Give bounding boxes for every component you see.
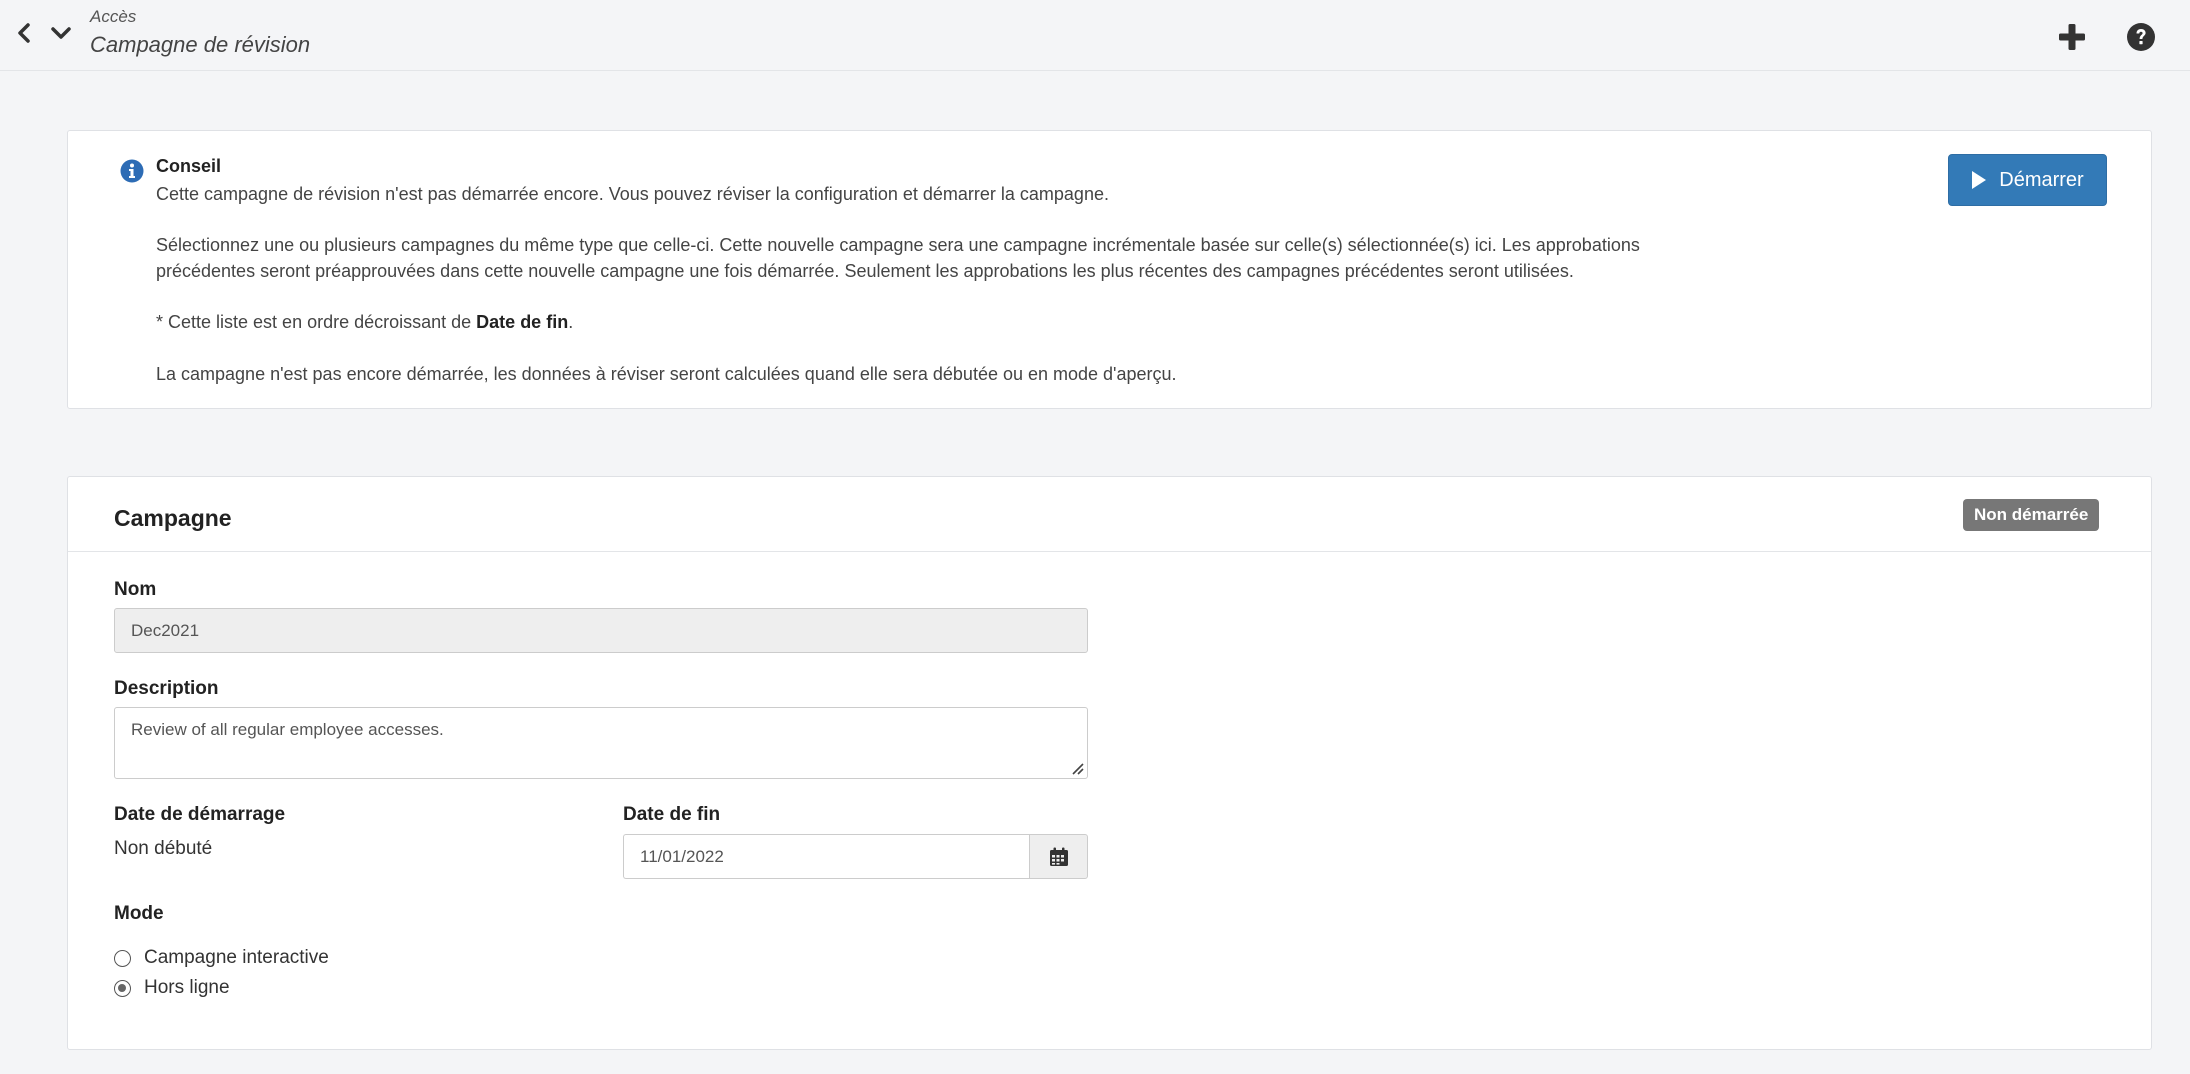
tip-text-incremental: Sélectionnez une ou plusieurs campagnes … [156, 235, 1640, 281]
name-label: Nom [114, 579, 157, 600]
tip-title: Conseil [156, 156, 222, 176]
tip-text-data: La campagne n'est pas encore démarrée, l… [156, 364, 1177, 384]
play-icon [1972, 171, 1987, 189]
breadcrumb[interactable]: Accès [90, 7, 136, 27]
start-date-label: Date de démarrage [114, 804, 286, 825]
mode-option-interactive[interactable]: Campagne interactive [114, 947, 329, 969]
tip-order-field: Date de fin [476, 312, 569, 332]
tip-text-order: * Cette liste est en ordre décroissant d… [156, 309, 1756, 335]
radio-offline[interactable] [114, 979, 131, 997]
start-date-value: Non débuté [114, 838, 213, 859]
description-value: Review of all regular employee accesses. [131, 720, 444, 739]
description-label: Description [114, 678, 219, 699]
calendar-button[interactable] [1029, 834, 1088, 879]
campaign-title: Campagne [114, 505, 232, 531]
tip-text-status: Cette campagne de révision n'est pas dém… [156, 184, 1109, 204]
tip-panel: Conseil Cette campagne de révision n'est… [67, 130, 2152, 409]
back-button[interactable] [9, 18, 39, 48]
top-bar: Accès Campagne de révision [0, 0, 2190, 71]
plus-icon [2059, 24, 2085, 50]
description-field[interactable]: Review of all regular employee accesses. [114, 707, 1088, 779]
name-field: Dec2021 [114, 608, 1088, 653]
page-title: Campagne de révision [90, 32, 311, 57]
mode-label: Mode [114, 903, 164, 924]
help-button[interactable] [2124, 20, 2158, 54]
start-button-label: Démarrer [1999, 168, 2084, 191]
question-circle-icon [2127, 23, 2155, 51]
start-button[interactable]: Démarrer [1948, 154, 2107, 206]
mode-option-offline[interactable]: Hors ligne [114, 977, 230, 999]
info-icon [120, 159, 144, 183]
campaign-panel: Campagne Non démarrée Nom Dec2021 Descri… [67, 476, 2152, 1050]
radio-interactive[interactable] [114, 949, 131, 967]
chevron-down-icon [51, 27, 71, 39]
chevron-left-icon [18, 23, 30, 43]
menu-dropdown-button[interactable] [46, 18, 76, 48]
resize-grip-icon[interactable] [1070, 761, 1084, 775]
tip-order-suffix: . [568, 312, 574, 332]
mode-option-label: Campagne interactive [144, 947, 329, 968]
campaign-panel-header: Campagne Non démarrée [68, 477, 2151, 552]
mode-option-label: Hors ligne [144, 977, 230, 998]
end-date-label: Date de fin [623, 804, 721, 825]
status-badge: Non démarrée [1963, 499, 2100, 531]
add-button[interactable] [2055, 20, 2089, 54]
calendar-icon [1049, 847, 1068, 866]
tip-order-prefix: * Cette liste est en ordre décroissant d… [156, 312, 477, 332]
end-date-group: 11/01/2022 [623, 834, 1088, 879]
end-date-input[interactable]: 11/01/2022 [623, 834, 1030, 879]
